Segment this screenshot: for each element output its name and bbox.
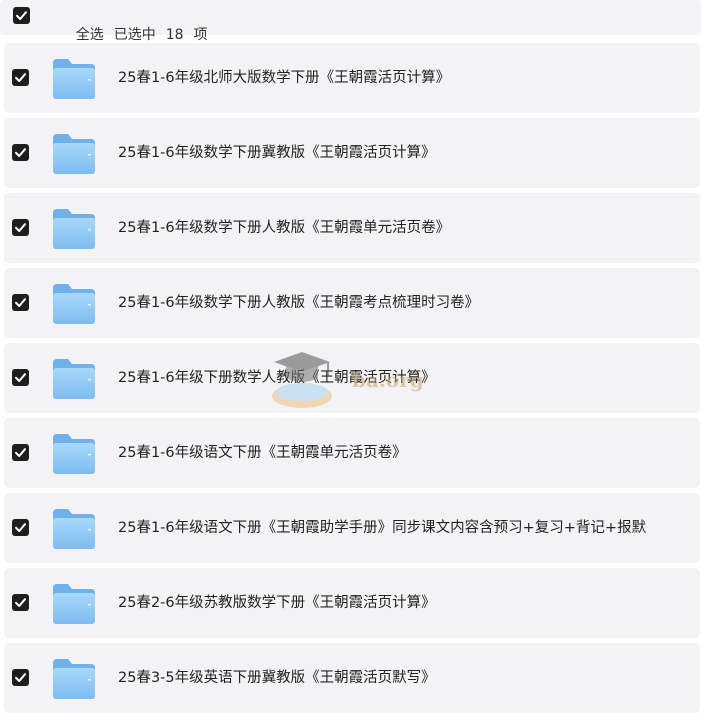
file-row[interactable]: 25春3-5年级英语下册冀教版《王朝霞活页默写》 — [4, 643, 700, 713]
folder-icon — [51, 57, 97, 101]
selected-suffix: 项 — [193, 27, 208, 43]
row-checkbox[interactable] — [12, 69, 29, 86]
file-name[interactable]: 25春1-6年级数学下册人教版《王朝霞考点梳理时习卷》 — [118, 294, 479, 312]
file-row[interactable]: 25春1-6年级数学下册冀教版《王朝霞活页计算》 — [4, 118, 700, 188]
select-all-checkbox[interactable] — [13, 7, 30, 24]
folder-icon — [51, 432, 97, 476]
select-all-label: 全选 — [75, 27, 104, 43]
file-name[interactable]: 25春1-6年级数学下册冀教版《王朝霞活页计算》 — [118, 144, 436, 162]
row-checkbox[interactable] — [12, 219, 29, 236]
select-all-bar: 全选 已选中 18 项 — [0, 0, 701, 43]
folder-icon — [51, 282, 97, 326]
row-checkbox[interactable] — [12, 444, 29, 461]
checkmark-icon — [15, 73, 26, 82]
folder-icon — [51, 207, 97, 251]
file-row[interactable]: 25春1-6年级数学下册人教版《王朝霞考点梳理时习卷》 — [4, 268, 700, 338]
file-name[interactable]: 25春1-6年级北师大版数学下册《王朝霞活页计算》 — [118, 69, 450, 87]
file-name[interactable]: 25春1-6年级数学下册人教版《王朝霞单元活页卷》 — [118, 219, 450, 237]
folder-icon — [51, 582, 97, 626]
file-row[interactable]: 25春2-6年级苏教版数学下册《王朝霞活页计算》 — [4, 568, 700, 638]
selected-count: 18 — [165, 27, 184, 43]
selected-prefix: 已选中 — [113, 27, 156, 43]
checkmark-icon — [15, 148, 26, 157]
checkmark-icon — [15, 373, 26, 382]
row-checkbox[interactable] — [12, 369, 29, 386]
file-row[interactable]: 25春1-6年级语文下册《王朝霞单元活页卷》 — [4, 418, 700, 488]
file-name[interactable]: 25春2-6年级苏教版数学下册《王朝霞活页计算》 — [118, 594, 436, 612]
checkmark-icon — [15, 223, 26, 232]
folder-icon — [51, 132, 97, 176]
checkmark-icon — [16, 11, 27, 20]
checkmark-icon — [15, 673, 26, 682]
file-row[interactable]: 25春1-6年级语文下册《王朝霞助学手册》同步课文内容含预习+复习+背记+报默 — [4, 493, 700, 563]
file-name[interactable]: 25春1-6年级语文下册《王朝霞助学手册》同步课文内容含预习+复习+背记+报默 — [118, 519, 646, 537]
file-name[interactable]: 25春1-6年级语文下册《王朝霞单元活页卷》 — [118, 444, 407, 462]
file-row[interactable]: 25春1-6年级下册数学人教版《王朝霞活页计算》 — [4, 343, 700, 413]
checkmark-icon — [15, 298, 26, 307]
row-checkbox[interactable] — [12, 519, 29, 536]
row-checkbox[interactable] — [12, 594, 29, 611]
row-checkbox[interactable] — [12, 669, 29, 686]
file-name[interactable]: 25春1-6年级下册数学人教版《王朝霞活页计算》 — [118, 369, 436, 387]
file-list-page: 全选 已选中 18 项 25春1-6年级北师大版数学下册《王朝霞活页计算》 25春1-6… — [0, 0, 701, 719]
file-row[interactable]: 25春1-6年级数学下册人教版《王朝霞单元活页卷》 — [4, 193, 700, 263]
checkmark-icon — [15, 598, 26, 607]
file-row[interactable]: 25春1-6年级北师大版数学下册《王朝霞活页计算》 — [4, 43, 700, 113]
checkmark-icon — [15, 523, 26, 532]
folder-icon — [51, 507, 97, 551]
checkmark-icon — [15, 448, 26, 457]
row-checkbox[interactable] — [12, 144, 29, 161]
folder-icon — [51, 357, 97, 401]
folder-icon — [51, 657, 97, 701]
row-checkbox[interactable] — [12, 294, 29, 311]
file-name[interactable]: 25春3-5年级英语下册冀教版《王朝霞活页默写》 — [118, 669, 436, 687]
